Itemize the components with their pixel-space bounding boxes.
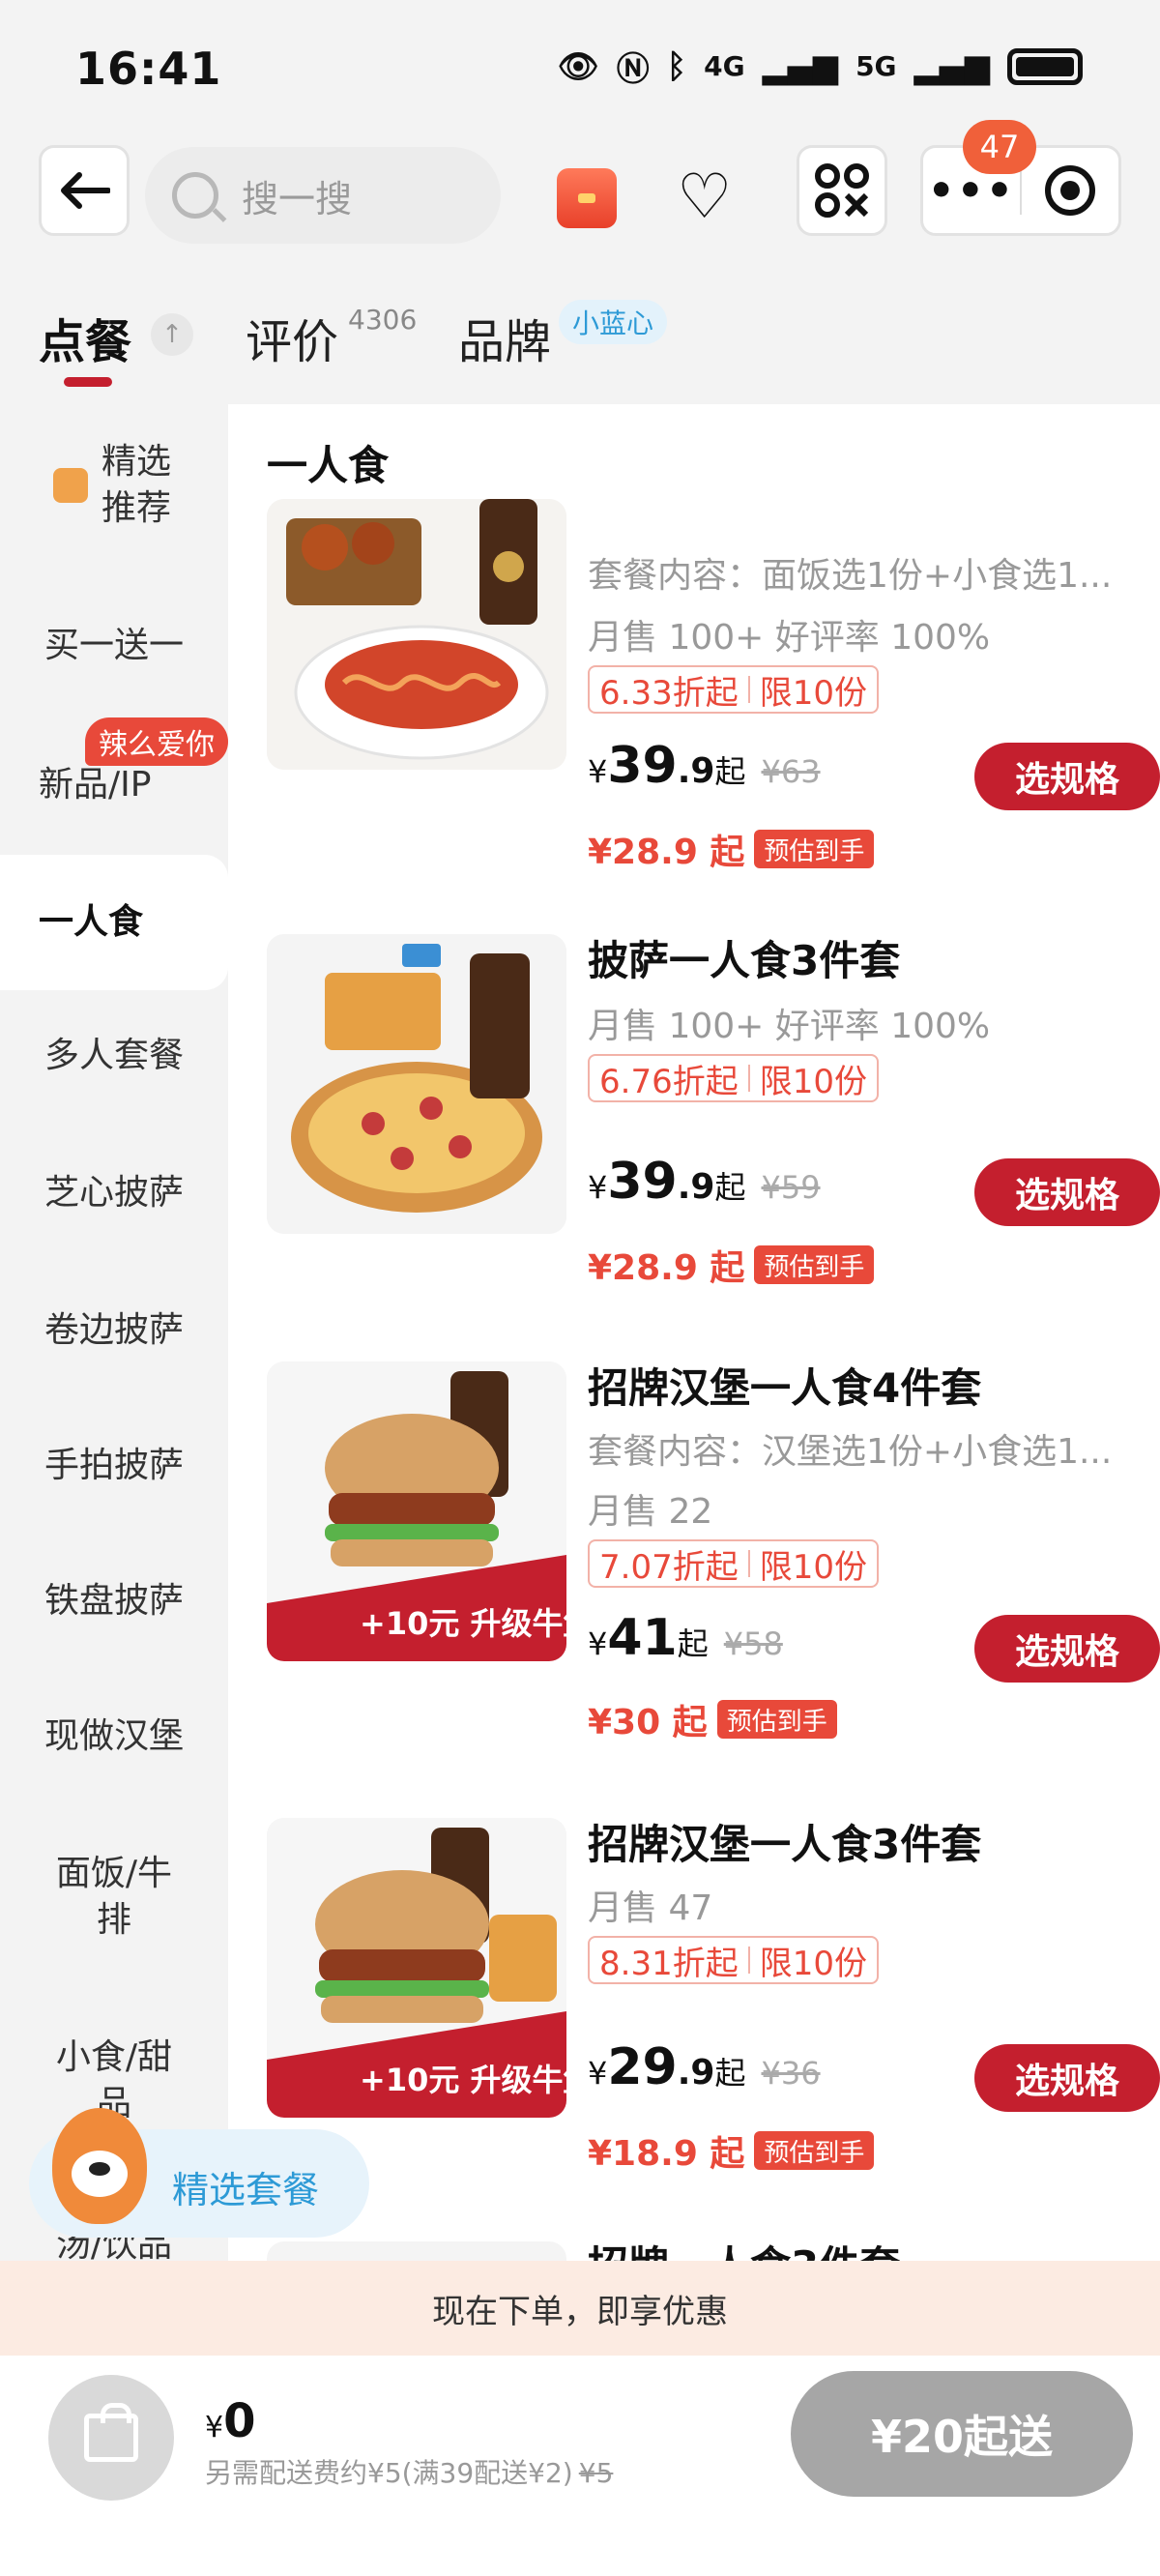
- product-price: ¥39.9起 ¥63: [588, 737, 821, 795]
- search-icon: [172, 172, 218, 219]
- signal-4g-icon: 4G: [704, 50, 745, 82]
- upgrade-promo: +10元 升级牛堡: [360, 1605, 566, 1642]
- select-spec-button[interactable]: 选规格: [974, 1615, 1160, 1683]
- delivery-fee-text: 另需配送费约¥5(满39配送¥2) ¥5: [205, 2457, 614, 2489]
- estimated-price: ¥28.9 起预估到手: [588, 1240, 875, 1290]
- status-time: 16:41: [75, 43, 222, 95]
- product-name: 披萨一人食3件套: [588, 937, 901, 984]
- product-sales: 月售 100+ 好评率 100%: [588, 1007, 991, 1046]
- product-image: [267, 499, 566, 770]
- pin-icon[interactable]: ↑: [151, 313, 193, 356]
- estimated-price: ¥28.9 起预估到手: [588, 824, 875, 874]
- sidebar-item-rolled-pizza[interactable]: 卷边披萨: [0, 1307, 228, 1354]
- product-item-2[interactable]: 披萨一人食3件套 月售 100+ 好评率 100% 6.76折起 限10份 ¥39…: [267, 934, 1160, 1321]
- sidebar-item-group[interactable]: 多人套餐: [0, 1033, 228, 1079]
- pasta-image: [267, 499, 566, 770]
- product-content: 套餐内容：汉堡选1份+小食选1...: [588, 1432, 1113, 1472]
- sidebar-item-burger[interactable]: 现做汉堡: [0, 1713, 228, 1760]
- shopping-bag-icon: [84, 2403, 138, 2462]
- select-spec-button[interactable]: 选规格: [974, 743, 1160, 810]
- signal-5g-icon: 5G: [856, 50, 897, 82]
- thumbs-up-icon: [53, 468, 88, 503]
- target-icon: [1045, 165, 1096, 216]
- upgrade-promo: +10元 升级牛堡: [360, 2062, 566, 2098]
- sidebar-item-hand-pizza[interactable]: 手拍披萨: [0, 1443, 228, 1489]
- discount-tag: 6.33折起 限10份: [588, 665, 879, 714]
- product-sales: 月售 100+ 好评率 100%: [588, 618, 991, 658]
- cart-total: ¥0: [205, 2394, 256, 2448]
- tab-active-indicator: [64, 377, 112, 387]
- favorite-add-icon[interactable]: ♡: [677, 159, 732, 236]
- product-image: [267, 2241, 566, 2261]
- hot-tag: 辣么爱你: [85, 717, 228, 766]
- battery-icon: [1007, 47, 1083, 85]
- product-item-1[interactable]: 套餐内容：面饭选1份+小食选1... 月售 100+ 好评率 100% 6.33…: [267, 499, 1160, 895]
- cart-bar: ¥0 另需配送费约¥5(满39配送¥2) ¥5 ¥20起送: [0, 2356, 1160, 2576]
- pizza-image: [267, 934, 566, 1234]
- discount-tag: 8.31折起 限10份: [588, 1936, 879, 1984]
- product-item-5[interactable]: 招牌一人食3件套: [267, 2241, 1137, 2261]
- search-placeholder: 搜一搜: [242, 177, 353, 220]
- featured-combo-label: 精选套餐: [172, 2169, 320, 2211]
- product-image: [267, 934, 566, 1234]
- sidebar-item-featured[interactable]: 精选推荐: [0, 439, 228, 532]
- sidebar-item-new[interactable]: 新品/IP: [0, 762, 228, 808]
- product-image: +10元 升级牛堡: [267, 1361, 566, 1661]
- sidebar-item-pan-pizza[interactable]: 铁盘披萨: [0, 1578, 228, 1625]
- product-name: 招牌一人食3件套: [588, 2234, 900, 2261]
- qr-button[interactable]: [797, 145, 887, 236]
- min-order-button[interactable]: ¥20起送: [791, 2371, 1133, 2497]
- product-image: +10元 升级牛堡: [267, 1818, 566, 2118]
- eye-icon: 👁: [557, 46, 599, 86]
- brand-tag: 小蓝心: [559, 300, 668, 344]
- select-spec-button[interactable]: 选规格: [974, 2044, 1160, 2112]
- message-badge: 47: [963, 120, 1036, 174]
- product-content: 套餐内容：面饭选1份+小食选1...: [588, 556, 1113, 596]
- qr-icon: [815, 163, 869, 218]
- category-sidebar: 精选推荐 买一送一 新品/IP 一人食 多人套餐 芝心披萨 卷边披萨 手拍披萨 …: [0, 404, 228, 2265]
- cart-button[interactable]: [48, 2375, 174, 2501]
- product-item-4[interactable]: +10元 升级牛堡 招牌汉堡一人食3件套 月售 47 8.31折起限10份 ¥2…: [267, 1818, 1160, 2224]
- red-packet-icon[interactable]: [557, 168, 617, 228]
- back-arrow-icon: [61, 172, 110, 209]
- signal-bars-icon-2: ▂▄▆: [914, 46, 990, 86]
- product-name: 招牌汉堡一人食4件套: [588, 1364, 982, 1412]
- product-price: ¥39.9起 ¥59: [588, 1153, 821, 1211]
- status-bar: 16:41 👁 Ⓝ ᛒ 4G ▂▄▆ 5G ▂▄▆: [0, 0, 1160, 135]
- bluetooth-icon: ᛒ: [666, 46, 687, 86]
- sidebar-item-single[interactable]: 一人食: [0, 855, 228, 990]
- search-input[interactable]: 搜一搜: [145, 147, 501, 244]
- top-nav: 搜一搜 ♡ ••• 47: [0, 120, 1160, 261]
- sidebar-item-bogo[interactable]: 买一送一: [0, 623, 228, 669]
- discount-tag: 6.76折起 限10份: [588, 1054, 879, 1102]
- app-screen: 16:41 👁 Ⓝ ᛒ 4G ▂▄▆ 5G ▂▄▆ 搜一搜 ♡ ••• 47 点…: [0, 0, 1160, 2576]
- select-spec-button[interactable]: 选规格: [974, 1158, 1160, 1226]
- signal-bars-icon: ▂▄▆: [762, 46, 839, 86]
- product-price: ¥41起 ¥58: [588, 1609, 783, 1667]
- product-item-3[interactable]: +10元 升级牛堡 招牌汉堡一人食4件套 套餐内容：汉堡选1份+小食选1... …: [267, 1361, 1160, 1768]
- tab-bar: 点餐 ↑ 评价 4306 品牌 小蓝心: [0, 290, 1160, 396]
- close-mini-program-button[interactable]: [1022, 165, 1118, 216]
- tab-order[interactable]: 点餐: [39, 304, 131, 371]
- promo-banner: 现在下单，即享优惠: [0, 2261, 1160, 2356]
- section-title: 一人食: [267, 442, 390, 489]
- status-icons: 👁 Ⓝ ᛒ 4G ▂▄▆ 5G ▂▄▆: [558, 43, 1083, 90]
- product-list: 一人食 套餐内容：面饭选1份+小食选1... 月售 100+ 好评率 100% …: [228, 404, 1160, 2261]
- product-name: 招牌汉堡一人食3件套: [588, 1821, 982, 1868]
- estimated-price: ¥18.9 起预估到手: [588, 2125, 875, 2176]
- shiba-mascot-icon[interactable]: [52, 2108, 147, 2224]
- discount-tag: 7.07折起 限10份: [588, 1539, 879, 1588]
- product-sales: 月售 47: [588, 1888, 713, 1928]
- product-price: ¥29.9起 ¥36: [588, 2038, 821, 2096]
- estimated-price: ¥30 起预估到手: [588, 1694, 837, 1744]
- product-sales: 月售 22: [588, 1492, 713, 1532]
- back-button[interactable]: [39, 145, 130, 236]
- sidebar-item-cheese-pizza[interactable]: 芝心披萨: [0, 1170, 228, 1216]
- nfc-icon: Ⓝ: [616, 50, 650, 89]
- tab-brand[interactable]: 品牌: [458, 304, 551, 371]
- tab-reviews[interactable]: 评价: [246, 304, 338, 371]
- sidebar-item-rice-steak[interactable]: 面饭/牛排: [0, 1851, 228, 1944]
- reviews-count: 4306: [348, 304, 418, 336]
